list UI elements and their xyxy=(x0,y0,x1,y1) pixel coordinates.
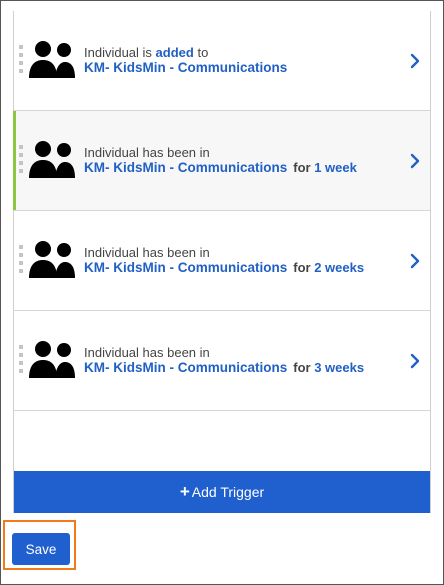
add-trigger-label: Add Trigger xyxy=(191,484,265,500)
trigger-prefix: Individual is xyxy=(84,45,156,60)
people-icon xyxy=(29,341,75,378)
save-button[interactable]: Save xyxy=(12,533,70,565)
trigger-description: Individual has been in KM- KidsMin - Com… xyxy=(84,245,364,275)
trigger-group-line: KM- KidsMin - Communications for 3 weeks xyxy=(84,360,364,375)
plus-icon: + xyxy=(179,482,190,501)
drag-handle-icon[interactable] xyxy=(19,245,27,275)
trigger-group-link[interactable]: KM- KidsMin - Communications xyxy=(84,360,287,375)
trigger-description: Individual is added to KM- KidsMin - Com… xyxy=(84,45,287,75)
chevron-right-icon[interactable] xyxy=(408,53,422,69)
drag-handle-icon[interactable] xyxy=(19,345,27,375)
trigger-duration: for 2 weeks xyxy=(293,260,364,275)
trigger-action: added xyxy=(155,45,194,60)
add-trigger-button[interactable]: + Add Trigger xyxy=(14,471,430,513)
trigger-group-link[interactable]: KM- KidsMin - Communications xyxy=(84,260,287,275)
chevron-right-icon[interactable] xyxy=(408,253,422,269)
trigger-prefix: Individual has been in xyxy=(84,345,210,360)
trigger-prefix: Individual has been in xyxy=(84,145,210,160)
trigger-description: Individual has been in KM- KidsMin - Com… xyxy=(84,145,357,175)
trigger-prefix: Individual has been in xyxy=(84,245,210,260)
chevron-right-icon[interactable] xyxy=(408,153,422,169)
trigger-item[interactable]: Individual is added to KM- KidsMin - Com… xyxy=(14,11,430,111)
trigger-list: Individual is added to KM- KidsMin - Com… xyxy=(13,11,431,513)
trigger-item[interactable]: Individual has been in KM- KidsMin - Com… xyxy=(13,111,430,211)
duration-prefix: for xyxy=(293,260,315,275)
people-icon xyxy=(29,241,75,278)
trigger-duration: for 1 week xyxy=(293,160,357,175)
trigger-group-link[interactable]: KM- KidsMin - Communications xyxy=(84,160,287,175)
duration-prefix: for xyxy=(293,360,315,375)
duration-value: 3 weeks xyxy=(314,360,365,375)
trigger-group-line: KM- KidsMin - Communications for 1 week xyxy=(84,160,357,175)
trigger-item[interactable]: Individual has been in KM- KidsMin - Com… xyxy=(14,211,430,311)
trigger-item[interactable]: Individual has been in KM- KidsMin - Com… xyxy=(14,311,430,411)
people-icon xyxy=(29,41,75,78)
window-frame: Individual is added to KM- KidsMin - Com… xyxy=(0,0,444,585)
trigger-description: Individual has been in KM- KidsMin - Com… xyxy=(84,345,364,375)
drag-handle-icon[interactable] xyxy=(19,45,27,75)
duration-value: 2 weeks xyxy=(314,260,365,275)
duration-prefix: for xyxy=(293,160,315,175)
drag-handle-icon[interactable] xyxy=(19,145,27,175)
people-icon xyxy=(29,141,75,178)
trigger-duration: for 3 weeks xyxy=(293,360,364,375)
chevron-right-icon[interactable] xyxy=(408,353,422,369)
trigger-group-line: KM- KidsMin - Communications for 2 weeks xyxy=(84,260,364,275)
trigger-suffix: to xyxy=(193,45,209,60)
duration-value: 1 week xyxy=(314,160,357,175)
trigger-group-link[interactable]: KM- KidsMin - Communications xyxy=(84,60,287,75)
